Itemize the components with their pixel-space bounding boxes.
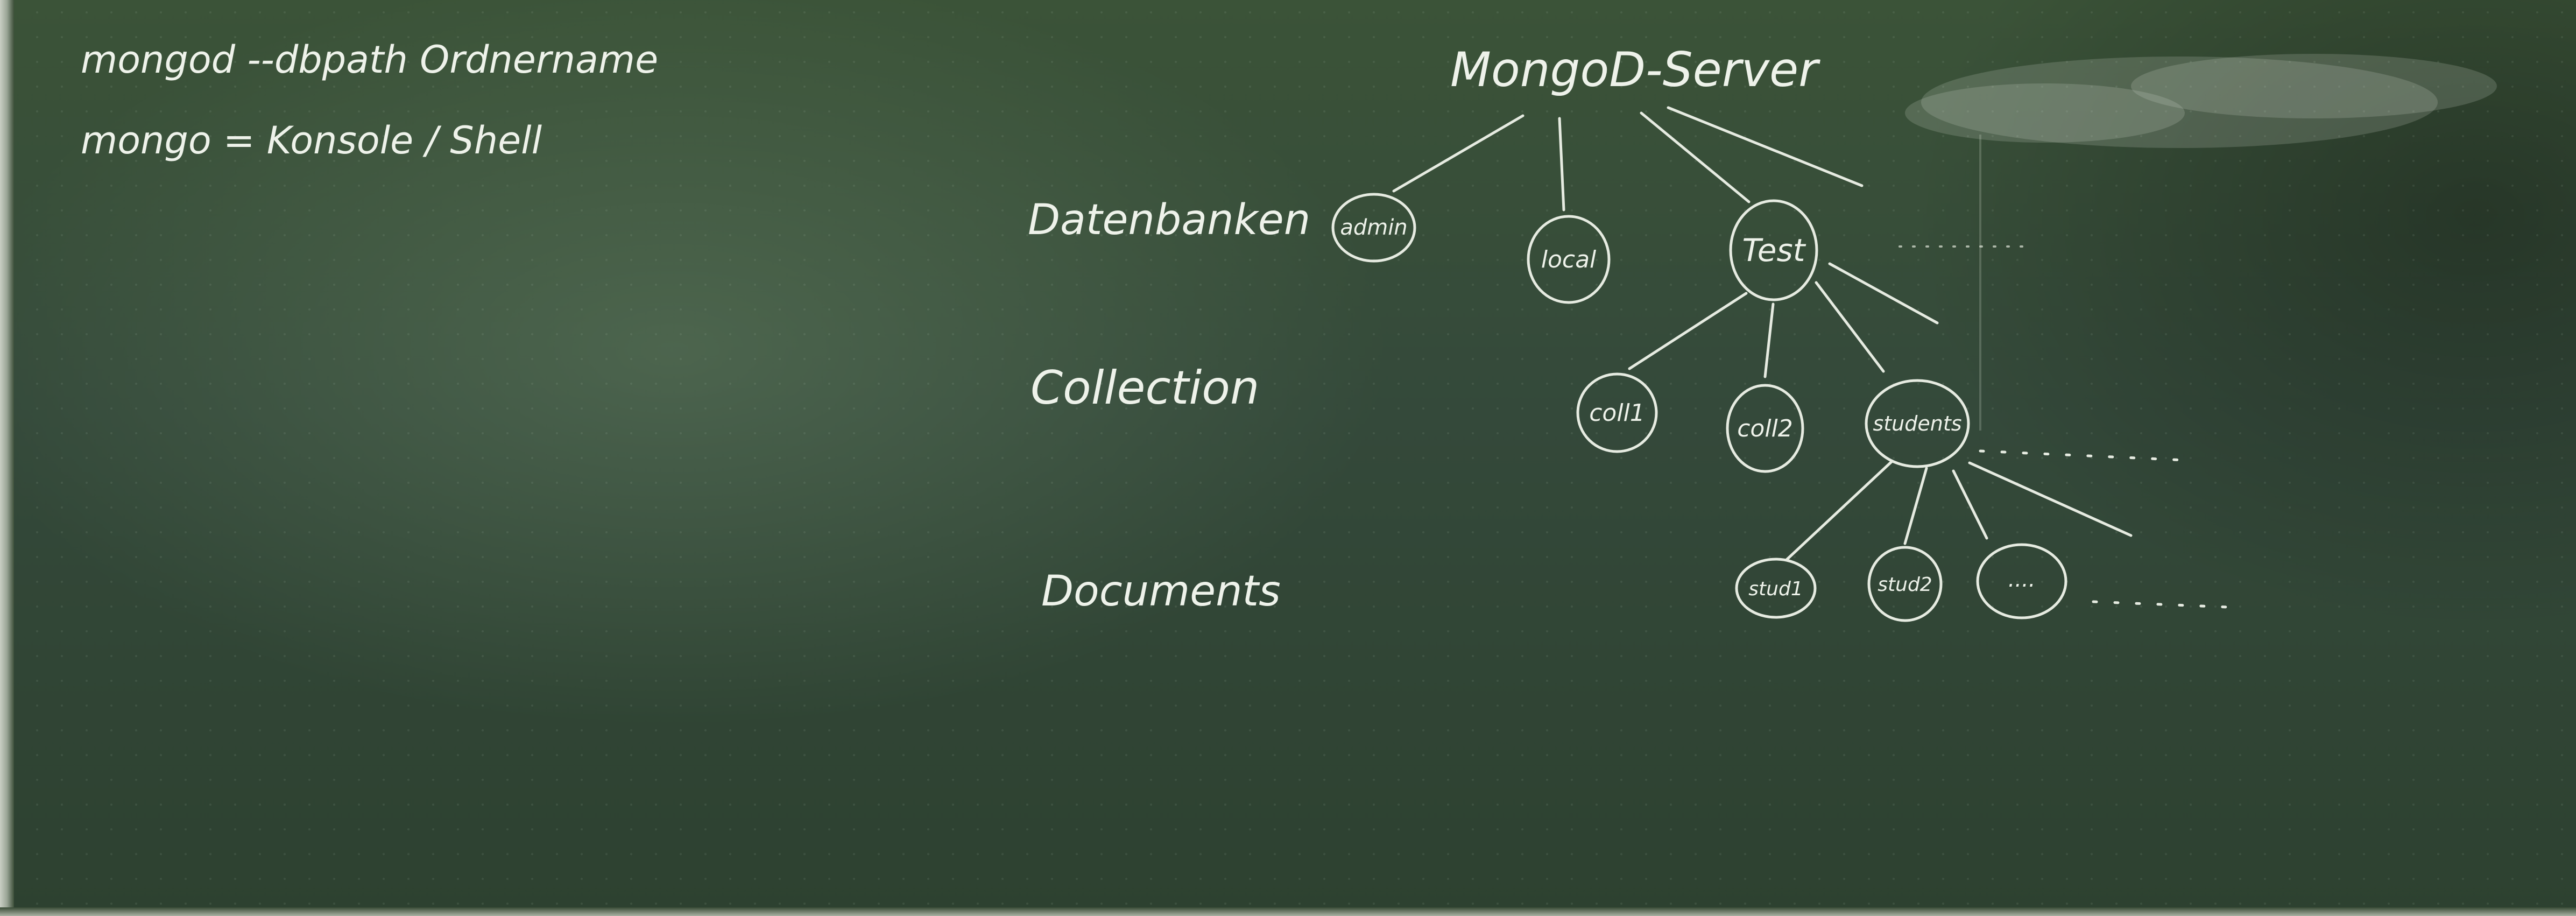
command-mongo: mongo = Konsole / Shell: [81, 118, 542, 163]
collection-students-label: students: [1873, 412, 1961, 435]
label-databases: Datenbanken: [1028, 196, 1310, 244]
database-local-label: local: [1541, 246, 1597, 273]
document-stud1-label: stud1: [1748, 578, 1803, 600]
document-stud2-label: stud2: [1878, 574, 1932, 596]
command-mongod: mongod --dbpath Ordnername: [81, 38, 658, 82]
tree-root-label: MongoD-Server: [1450, 42, 1820, 97]
document-more-label: ....: [2008, 567, 2036, 592]
database-test-label: Test: [1742, 232, 1806, 269]
collection-coll1-label: coll1: [1589, 399, 1645, 427]
label-collection: Collection: [1031, 361, 1259, 415]
collection-coll2-label: coll2: [1737, 415, 1793, 442]
chalk-drawing: mongod --dbpath Ordnername mongo = Konso…: [14, 0, 2576, 907]
label-documents: Documents: [1041, 567, 1281, 616]
database-admin-label: admin: [1340, 215, 1407, 240]
